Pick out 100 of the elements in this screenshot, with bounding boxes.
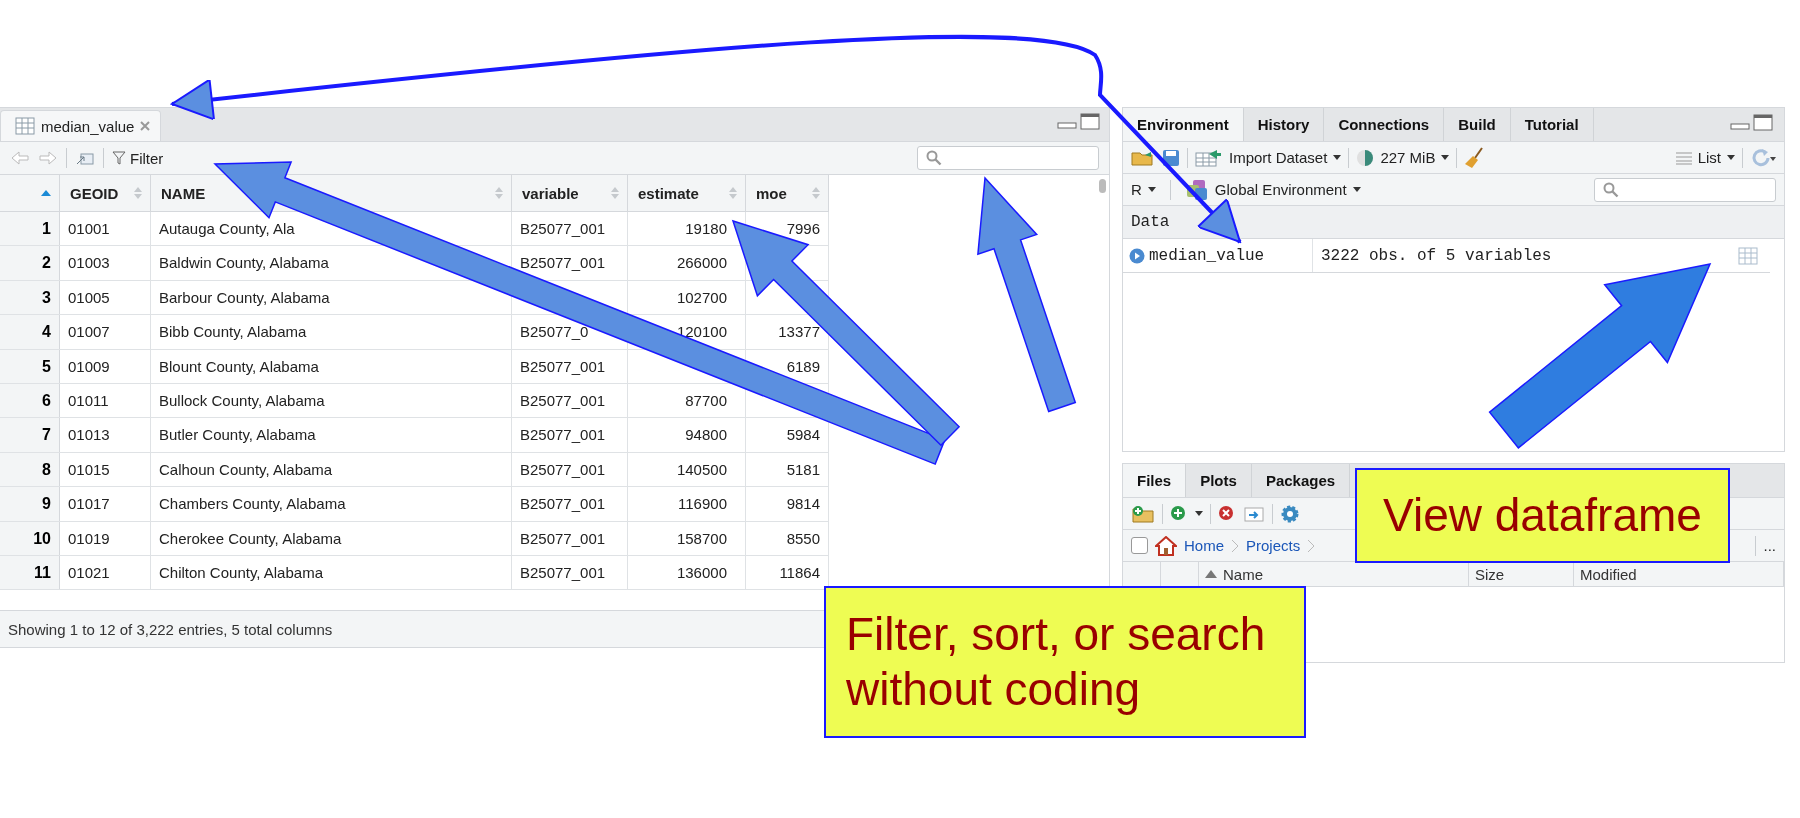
table-cell: Bullock County, Alabama [151, 383, 512, 418]
table-icon [15, 117, 35, 135]
rename-icon [1243, 504, 1265, 523]
breadcrumb-link[interactable]: Home [1184, 537, 1224, 554]
table-cell: Calhoun County, Alabama [151, 452, 512, 487]
scrollbar-thumb[interactable] [1098, 179, 1106, 193]
filter-button[interactable]: Filter [112, 149, 164, 167]
sort-icon [611, 187, 619, 199]
pane-tab[interactable]: Environment [1123, 108, 1244, 141]
table-cell: 01011 [60, 383, 151, 418]
search-icon [926, 150, 942, 166]
sort-icon [729, 187, 737, 199]
table-cell: 01005 [60, 280, 151, 315]
column-header[interactable]: variable [512, 175, 628, 211]
callout-note: View dataframe [1355, 468, 1730, 563]
window-controls-icon [1730, 113, 1774, 132]
column-header[interactable]: moe [746, 175, 829, 211]
row-number: 3 [0, 280, 60, 315]
callout-note: Filter, sort, or search without coding [824, 586, 1306, 738]
memory-usage-menu[interactable]: 227 MiB [1356, 148, 1450, 167]
close-icon [140, 121, 151, 131]
chevron-icon [1231, 538, 1239, 553]
table-cell: B25077_001 [512, 487, 628, 521]
sort-ascending-icon [41, 190, 51, 196]
sort-icon [812, 187, 820, 199]
row-number: 9 [0, 487, 60, 521]
table-cell: B25077_001 [512, 418, 628, 452]
table-cell: B25077_001 [512, 555, 628, 590]
table-cell: Blount County, Alabama [151, 349, 512, 383]
row-number: 5 [0, 349, 60, 383]
table-cell: B25077_001 [512, 452, 628, 487]
row-number: 8 [0, 452, 60, 487]
table-cell: 140500 [628, 452, 746, 487]
forward-arrow-icon [38, 150, 58, 166]
table-cell: B25077_001 [512, 521, 628, 555]
refresh-icon [1750, 147, 1776, 168]
table-cell: 01013 [60, 418, 151, 452]
table-cell: 9814 [746, 487, 829, 521]
import-dataset-menu[interactable]: Import Dataset [1195, 148, 1342, 167]
table-cell: 01015 [60, 452, 151, 487]
section-header: Data [1123, 206, 1784, 239]
column-header[interactable]: estimate [628, 175, 746, 211]
table-cell: 01017 [60, 487, 151, 521]
table-cell: 8550 [746, 521, 829, 555]
table-cell: 01019 [60, 521, 151, 555]
pie-icon [1356, 148, 1375, 167]
play-circle-icon [1129, 247, 1145, 264]
window-controls-icon [1057, 113, 1101, 131]
stacked-squares-icon [1184, 178, 1209, 201]
popout-window-icon [75, 150, 95, 166]
table-cell: Chambers County, Alabama [151, 487, 512, 521]
chevron-icon [1307, 538, 1316, 553]
new-folder-icon [1131, 503, 1155, 524]
search-field[interactable] [917, 146, 1099, 170]
table-cell: 01003 [60, 246, 151, 280]
pane-tab[interactable]: Files [1123, 464, 1187, 497]
document-tab[interactable]: median_value [0, 110, 162, 141]
object-name: median_value [1149, 246, 1265, 265]
caret-icon [1352, 187, 1361, 192]
table-cell: 01021 [60, 555, 151, 590]
caret-icon [1441, 155, 1450, 160]
caret-icon [1195, 511, 1203, 516]
row-number: 10 [0, 521, 60, 555]
environment-menu[interactable]: Global Environment [1184, 178, 1361, 201]
table-cell: 5181 [746, 452, 829, 487]
table-cell: 01009 [60, 349, 151, 383]
search-icon [1603, 181, 1619, 198]
gear-icon [1280, 503, 1300, 524]
table-cell: 158700 [628, 521, 746, 555]
breadcrumb-link[interactable]: Projects [1246, 537, 1301, 554]
save-icon [1162, 148, 1180, 167]
table-cell: B25077_001 [512, 212, 628, 246]
caret-icon [1147, 187, 1156, 192]
object-summary: 3222 obs. of 5 variables [1321, 246, 1552, 265]
language-menu[interactable]: R [1131, 181, 1156, 198]
row-number: 11 [0, 555, 60, 590]
table-cell: 136000 [628, 555, 746, 590]
table-arrow-icon [1195, 148, 1223, 167]
table-cell: 116900 [628, 487, 746, 521]
sort-icon [134, 187, 142, 199]
back-arrow-icon [10, 150, 30, 166]
list-icon [1675, 150, 1692, 165]
table-cell: Bibb County, Alabama [151, 315, 512, 349]
table-cell: B25077_001 [512, 383, 628, 418]
view-mode-menu[interactable]: List [1675, 149, 1735, 166]
more-button[interactable]: ... [1763, 537, 1776, 554]
table-cell: 01007 [60, 315, 151, 349]
filter-icon [112, 151, 126, 165]
table-cell: 01001 [60, 212, 151, 246]
row-number: 2 [0, 246, 60, 280]
row-number: 7 [0, 418, 60, 452]
column-header[interactable]: GEOID [60, 175, 151, 211]
table-cell: 94800 [628, 418, 746, 452]
checkbox[interactable] [1131, 537, 1148, 554]
search-field[interactable] [1594, 177, 1776, 202]
table-cell: B25077_001 [512, 349, 628, 383]
sort-icon [495, 187, 503, 199]
table-icon [1738, 246, 1758, 265]
caret-icon [1333, 155, 1342, 160]
home-icon [1155, 535, 1177, 556]
